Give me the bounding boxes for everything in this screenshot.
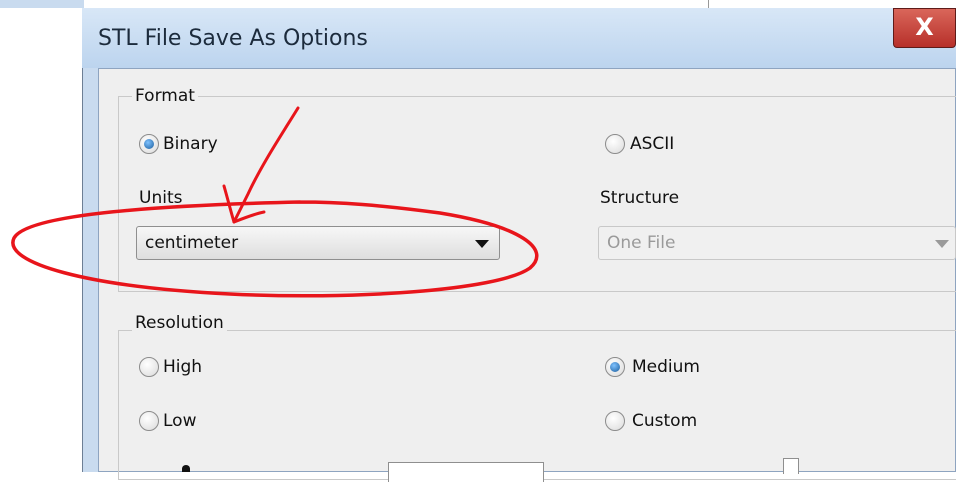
medium-label: Medium xyxy=(632,357,700,377)
resolution-legend: Resolution xyxy=(132,313,227,333)
dialog-title: STL File Save As Options xyxy=(98,26,368,51)
structure-label: Structure xyxy=(600,188,680,208)
ascii-radio[interactable] xyxy=(605,134,625,154)
custom-label: Custom xyxy=(632,411,698,431)
structure-dropdown[interactable]: One File xyxy=(598,226,956,260)
units-dropdown-value: centimeter xyxy=(145,233,239,253)
resolution-group xyxy=(118,330,956,480)
structure-dropdown-value: One File xyxy=(607,233,676,253)
units-dropdown[interactable]: centimeter xyxy=(136,226,500,260)
format-group xyxy=(118,96,956,292)
option-label-fragment xyxy=(182,465,190,472)
binary-radio[interactable] xyxy=(139,134,159,154)
binary-label: Binary xyxy=(163,134,218,154)
low-label: Low xyxy=(163,411,197,431)
close-button[interactable]: X xyxy=(893,8,956,48)
low-radio[interactable] xyxy=(139,411,159,431)
medium-radio[interactable] xyxy=(605,357,625,377)
background-window-divider xyxy=(708,0,709,8)
high-label: High xyxy=(163,357,203,377)
units-label: Units xyxy=(139,188,183,208)
high-radio[interactable] xyxy=(139,357,159,377)
deviation-input[interactable] xyxy=(388,462,544,482)
chevron-down-icon xyxy=(935,240,949,248)
ascii-label: ASCII xyxy=(630,134,675,154)
background-window-edge xyxy=(0,0,84,8)
custom-radio[interactable] xyxy=(605,411,625,431)
format-legend: Format xyxy=(132,86,198,106)
chevron-down-icon xyxy=(475,240,489,248)
